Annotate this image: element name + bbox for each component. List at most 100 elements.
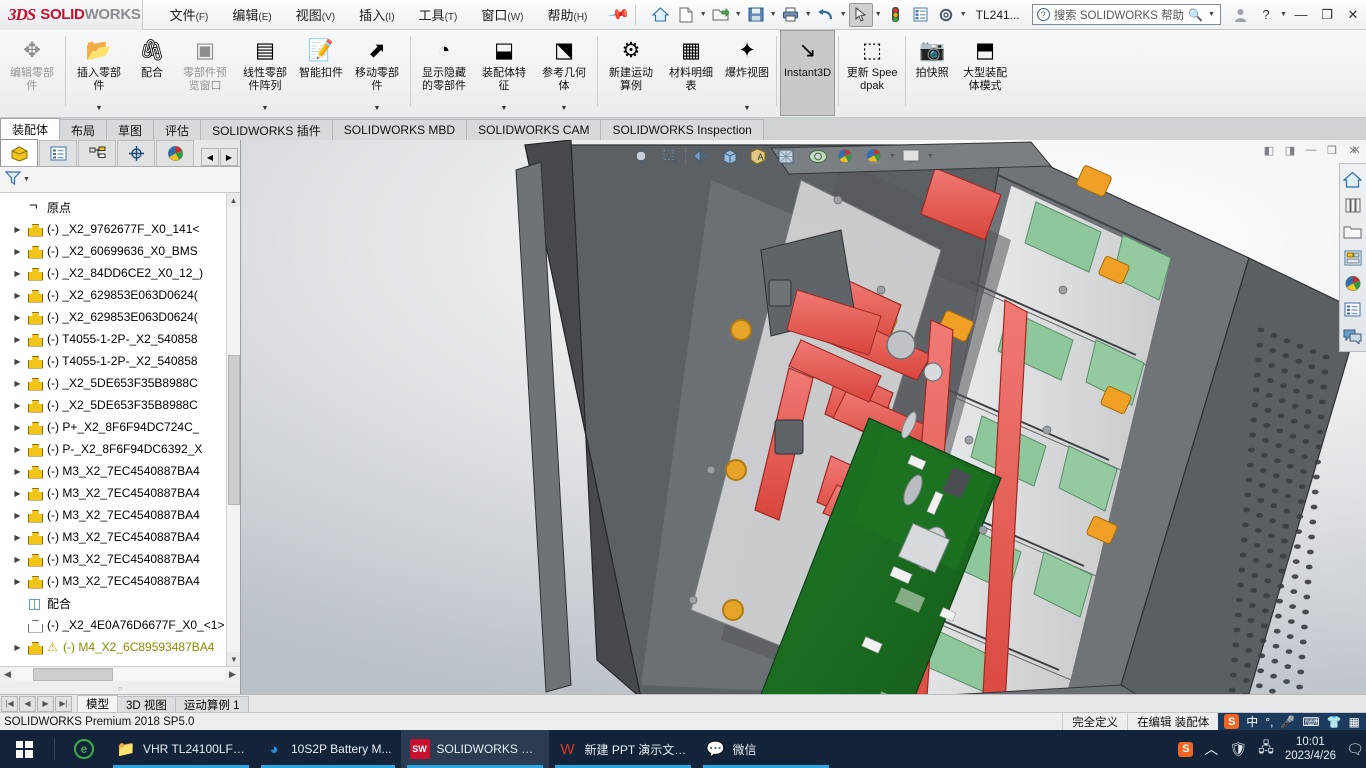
save-icon[interactable] — [744, 3, 768, 27]
view-settings-icon[interactable] — [899, 144, 924, 169]
tree-item[interactable]: ▶⚠(-) M4_X2_6C89593487BA4 — [0, 636, 240, 658]
file-explorer-icon[interactable] — [1340, 219, 1365, 244]
new-document-chevron-down-icon[interactable]: ▼ — [699, 11, 708, 18]
ribbon-new-motion-study-button[interactable]: ⚙新建运动算例 — [601, 30, 661, 116]
expand-chevron-right-icon[interactable]: ▶ — [12, 269, 23, 278]
restore-right-icon[interactable]: ◨ — [1281, 142, 1299, 158]
menu-window[interactable]: 窗口(W) — [470, 0, 534, 29]
expand-chevron-right-icon[interactable]: ▶ — [12, 467, 23, 476]
hscroll-right-icon[interactable]: ▶ — [225, 669, 240, 680]
tree-item[interactable]: ▶(-) P+_X2_8F6F94DC724C_ — [0, 416, 240, 438]
tree-item[interactable]: ▶(-) _X2_629853E063D0624( — [0, 306, 240, 328]
document-restore-icon[interactable]: ❐ — [1323, 142, 1341, 158]
close-window-button[interactable]: ✕ — [1340, 3, 1366, 27]
options-chevron-down-icon[interactable]: ▼ — [959, 11, 968, 18]
apply-scene-chevron-down-icon[interactable]: ▼ — [889, 153, 896, 160]
expand-chevron-right-icon[interactable]: ▶ — [12, 533, 23, 542]
section-view-icon[interactable] — [717, 144, 742, 169]
view-settings-chevron-down-icon[interactable]: ▼ — [927, 153, 934, 160]
tree-item[interactable]: ▶(-) _X2_84DD6CE2_X0_12_) — [0, 262, 240, 284]
help-chevron-down-icon[interactable]: ▼ — [1279, 11, 1288, 18]
new-document-icon[interactable] — [674, 3, 698, 27]
expand-chevron-right-icon[interactable]: ▶ — [12, 577, 23, 586]
gear-icon[interactable] — [934, 3, 958, 27]
prev-tab-icon[interactable]: ◀ — [19, 696, 36, 712]
menu-file[interactable]: 文件(F) — [159, 0, 220, 29]
open-chevron-down-icon[interactable]: ▼ — [734, 11, 743, 18]
tree-item[interactable]: ▶(-) T4055-1-2P-_X2_540858 — [0, 328, 240, 350]
home-icon[interactable] — [1340, 167, 1365, 192]
taskbar-folder-window[interactable]: 📁VHR TL24100LFP-... — [107, 730, 255, 768]
taskbar-edge-window[interactable]: ◕10S2P Battery M... — [255, 730, 401, 768]
tree-item[interactable]: ▶(-) M3_X2_7EC4540887BA4 — [0, 548, 240, 570]
ribbon-bill-of-materials-button[interactable]: ▦材料明细表 — [661, 30, 721, 116]
ime-language-icon[interactable]: 中 — [1246, 713, 1258, 730]
tree-item[interactable]: ▶(-) _X2_629853E063D0624( — [0, 284, 240, 306]
network-icon[interactable]: 🖧 — [1258, 737, 1274, 761]
expand-chevron-right-icon[interactable]: ▶ — [12, 489, 23, 498]
sogou-ime-icon[interactable]: S — [1224, 714, 1239, 729]
notification-center-icon[interactable]: 🗨 — [1344, 730, 1366, 768]
expand-chevron-right-icon[interactable]: ▶ — [12, 643, 23, 652]
graphics-viewport[interactable]: A ▼ ▼ ◧ ◨ — ❐ — [241, 140, 1366, 694]
next-tab-icon[interactable]: ▶ — [37, 696, 54, 712]
expand-chevron-right-icon[interactable]: ▶ — [12, 313, 23, 322]
minimize-window-button[interactable]: — — [1288, 3, 1314, 27]
print-icon[interactable] — [779, 3, 803, 27]
undo-chevron-down-icon[interactable]: ▼ — [839, 11, 848, 18]
start-button[interactable] — [0, 730, 48, 768]
expand-chevron-right-icon[interactable]: ▶ — [12, 225, 23, 234]
select-chevron-down-icon[interactable]: ▼ — [874, 11, 883, 18]
hscroll-left-icon[interactable]: ◀ — [0, 669, 15, 680]
tree-item[interactable]: ▶(-) _X2_60699636_X0_BMS — [0, 240, 240, 262]
expand-chevron-right-icon[interactable]: ▶ — [12, 555, 23, 564]
tree-vertical-scrollbar[interactable]: ▲ ▼ — [226, 193, 240, 666]
restore-left-icon[interactable]: ◧ — [1260, 142, 1278, 158]
save-chevron-down-icon[interactable]: ▼ — [769, 11, 778, 18]
appearances-icon[interactable] — [1340, 271, 1365, 296]
ribbon-component-preview-window-button[interactable]: ▣零部件预览窗口 — [175, 30, 235, 116]
expand-chevron-right-icon[interactable]: ▶ — [12, 511, 23, 520]
previous-view-icon[interactable] — [689, 144, 714, 169]
menu-help[interactable]: 帮助(H) — [536, 0, 598, 29]
edit-appearance-icon[interactable] — [833, 144, 858, 169]
zoom-to-fit-icon[interactable] — [629, 144, 654, 169]
tree-item[interactable]: 原点 — [0, 196, 240, 218]
ribbon-move-component-button[interactable]: ⬈移动零部件▼ — [347, 30, 407, 116]
ime-punctuation-icon[interactable]: °, — [1265, 715, 1273, 729]
ribbon-linear-component-pattern-button[interactable]: ▤线性零部件阵列▼ — [235, 30, 295, 116]
first-tab-icon[interactable]: |◀ — [1, 696, 18, 712]
ribbon-reference-geometry-button[interactable]: ⬔参考几何体▼ — [534, 30, 594, 116]
tab-7[interactable]: SOLIDWORKS Inspection — [600, 119, 763, 140]
tray-sogou-icon[interactable]: S — [1178, 742, 1193, 757]
taskbar-wps-window[interactable]: W新建 PPT 演示文稿... — [549, 730, 697, 768]
hscroll-thumb[interactable] — [33, 668, 113, 681]
tab-0[interactable]: 装配体 — [0, 118, 60, 140]
menu-edit[interactable]: 编辑(E) — [221, 0, 282, 29]
ribbon-show-hidden-components-button[interactable]: ◔显示隐藏的零部件 — [414, 30, 474, 116]
scroll-down-icon[interactable]: ▼ — [227, 652, 240, 666]
feature-manager-tab[interactable] — [0, 139, 38, 166]
panel-nav-left-icon[interactable]: ◀ — [201, 148, 219, 166]
tree-item[interactable]: ▶(-) P-_X2_8F6F94DC6392_X — [0, 438, 240, 460]
tree-filter-bar[interactable]: ▼ — [0, 167, 240, 193]
expand-chevron-right-icon[interactable]: ▶ — [12, 291, 23, 300]
ribbon-large-assembly-mode-button[interactable]: ⬒大型装配体模式 — [955, 30, 1015, 116]
filter-chevron-down-icon[interactable]: ▼ — [22, 176, 31, 183]
document-minimize-icon[interactable]: — — [1302, 142, 1320, 158]
tree-item[interactable]: ▶(-) _X2_5DE653F35B8988C — [0, 372, 240, 394]
ime-skin-icon[interactable]: 👕 — [1327, 715, 1342, 729]
view-palette-icon[interactable] — [1340, 245, 1365, 270]
ribbon-instant3d-button[interactable]: ↘Instant3D — [780, 30, 835, 116]
ribbon-linear-component-pattern-chevron-down-icon[interactable]: ▼ — [262, 105, 269, 115]
expand-chevron-right-icon[interactable]: ▶ — [12, 357, 23, 366]
design-library-icon[interactable] — [1340, 193, 1365, 218]
custom-properties-icon[interactable] — [1340, 297, 1365, 322]
tree-item[interactable]: 配合 — [0, 592, 240, 614]
tab-4[interactable]: SOLIDWORKS 插件 — [200, 119, 333, 140]
taskbar-solidworks-window[interactable]: SWSOLIDWORKS Pr... — [401, 730, 549, 768]
ribbon-update-speedpak-button[interactable]: ⬚更新 Speedpak — [842, 30, 902, 116]
help-icon[interactable]: ? — [1253, 3, 1279, 27]
dimxpert-manager-tab[interactable] — [117, 140, 155, 166]
scroll-thumb[interactable] — [228, 355, 240, 505]
